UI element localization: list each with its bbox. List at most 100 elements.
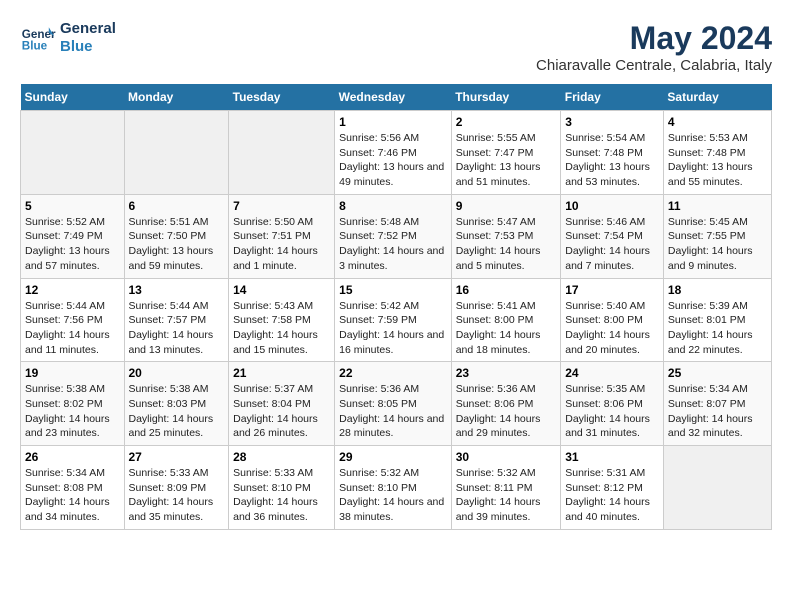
calendar-week-row: 5 Sunrise: 5:52 AMSunset: 7:49 PMDayligh… [21,194,772,278]
weekday-header-friday: Friday [561,84,664,111]
day-number: 15 [339,283,447,297]
day-number: 22 [339,366,447,380]
calendar-day-cell: 16 Sunrise: 5:41 AMSunset: 8:00 PMDaylig… [451,278,561,362]
day-number: 3 [565,115,659,129]
day-number: 23 [456,366,557,380]
day-number: 16 [456,283,557,297]
calendar-day-cell: 24 Sunrise: 5:35 AMSunset: 8:06 PMDaylig… [561,362,664,446]
calendar-week-row: 1 Sunrise: 5:56 AMSunset: 7:46 PMDayligh… [21,111,772,195]
day-number: 8 [339,199,447,213]
weekday-header-thursday: Thursday [451,84,561,111]
calendar-day-cell: 7 Sunrise: 5:50 AMSunset: 7:51 PMDayligh… [229,194,335,278]
calendar-day-cell: 28 Sunrise: 5:33 AMSunset: 8:10 PMDaylig… [229,446,335,530]
day-number: 10 [565,199,659,213]
logo-text-general: General [60,20,116,38]
day-info: Sunrise: 5:37 AMSunset: 8:04 PMDaylight:… [233,382,330,441]
day-number: 7 [233,199,330,213]
day-info: Sunrise: 5:47 AMSunset: 7:53 PMDaylight:… [456,215,557,274]
calendar-day-cell: 10 Sunrise: 5:46 AMSunset: 7:54 PMDaylig… [561,194,664,278]
calendar-day-cell: 11 Sunrise: 5:45 AMSunset: 7:55 PMDaylig… [663,194,771,278]
calendar-week-row: 12 Sunrise: 5:44 AMSunset: 7:56 PMDaylig… [21,278,772,362]
day-number: 14 [233,283,330,297]
day-number: 29 [339,450,447,464]
weekday-header-saturday: Saturday [663,84,771,111]
calendar-day-cell: 8 Sunrise: 5:48 AMSunset: 7:52 PMDayligh… [335,194,452,278]
weekday-header-wednesday: Wednesday [335,84,452,111]
weekday-header-tuesday: Tuesday [229,84,335,111]
calendar-day-cell: 20 Sunrise: 5:38 AMSunset: 8:03 PMDaylig… [124,362,229,446]
day-info: Sunrise: 5:48 AMSunset: 7:52 PMDaylight:… [339,215,447,274]
calendar-day-cell: 30 Sunrise: 5:32 AMSunset: 8:11 PMDaylig… [451,446,561,530]
day-info: Sunrise: 5:33 AMSunset: 8:10 PMDaylight:… [233,466,330,525]
day-number: 26 [25,450,120,464]
calendar-day-cell: 2 Sunrise: 5:55 AMSunset: 7:47 PMDayligh… [451,111,561,195]
calendar-day-cell: 22 Sunrise: 5:36 AMSunset: 8:05 PMDaylig… [335,362,452,446]
calendar-week-row: 26 Sunrise: 5:34 AMSunset: 8:08 PMDaylig… [21,446,772,530]
day-number: 31 [565,450,659,464]
day-info: Sunrise: 5:44 AMSunset: 7:57 PMDaylight:… [129,299,225,358]
logo-icon: General Blue [20,20,56,56]
day-info: Sunrise: 5:42 AMSunset: 7:59 PMDaylight:… [339,299,447,358]
day-info: Sunrise: 5:36 AMSunset: 8:05 PMDaylight:… [339,382,447,441]
day-info: Sunrise: 5:43 AMSunset: 7:58 PMDaylight:… [233,299,330,358]
calendar-day-cell: 6 Sunrise: 5:51 AMSunset: 7:50 PMDayligh… [124,194,229,278]
day-number: 24 [565,366,659,380]
day-info: Sunrise: 5:32 AMSunset: 8:11 PMDaylight:… [456,466,557,525]
calendar-day-cell: 26 Sunrise: 5:34 AMSunset: 8:08 PMDaylig… [21,446,125,530]
day-info: Sunrise: 5:55 AMSunset: 7:47 PMDaylight:… [456,131,557,190]
calendar-day-cell [229,111,335,195]
day-number: 30 [456,450,557,464]
weekday-header-sunday: Sunday [21,84,125,111]
calendar-day-cell: 12 Sunrise: 5:44 AMSunset: 7:56 PMDaylig… [21,278,125,362]
calendar-day-cell: 13 Sunrise: 5:44 AMSunset: 7:57 PMDaylig… [124,278,229,362]
day-number: 2 [456,115,557,129]
calendar-day-cell [21,111,125,195]
calendar-day-cell: 25 Sunrise: 5:34 AMSunset: 8:07 PMDaylig… [663,362,771,446]
day-info: Sunrise: 5:54 AMSunset: 7:48 PMDaylight:… [565,131,659,190]
logo-text-blue: Blue [60,38,116,56]
day-info: Sunrise: 5:46 AMSunset: 7:54 PMDaylight:… [565,215,659,274]
day-number: 28 [233,450,330,464]
day-info: Sunrise: 5:41 AMSunset: 8:00 PMDaylight:… [456,299,557,358]
calendar-day-cell: 1 Sunrise: 5:56 AMSunset: 7:46 PMDayligh… [335,111,452,195]
calendar-day-cell: 14 Sunrise: 5:43 AMSunset: 7:58 PMDaylig… [229,278,335,362]
day-number: 1 [339,115,447,129]
title-block: May 2024 Chiaravalle Centrale, Calabria,… [536,20,772,74]
day-number: 27 [129,450,225,464]
day-info: Sunrise: 5:50 AMSunset: 7:51 PMDaylight:… [233,215,330,274]
day-info: Sunrise: 5:40 AMSunset: 8:00 PMDaylight:… [565,299,659,358]
day-number: 11 [668,199,767,213]
day-info: Sunrise: 5:38 AMSunset: 8:02 PMDaylight:… [25,382,120,441]
svg-text:Blue: Blue [22,40,48,53]
calendar-day-cell: 3 Sunrise: 5:54 AMSunset: 7:48 PMDayligh… [561,111,664,195]
day-info: Sunrise: 5:53 AMSunset: 7:48 PMDaylight:… [668,131,767,190]
calendar-day-cell: 21 Sunrise: 5:37 AMSunset: 8:04 PMDaylig… [229,362,335,446]
calendar-day-cell [124,111,229,195]
day-number: 12 [25,283,120,297]
day-number: 18 [668,283,767,297]
day-info: Sunrise: 5:34 AMSunset: 8:08 PMDaylight:… [25,466,120,525]
calendar-day-cell: 19 Sunrise: 5:38 AMSunset: 8:02 PMDaylig… [21,362,125,446]
calendar-day-cell: 17 Sunrise: 5:40 AMSunset: 8:00 PMDaylig… [561,278,664,362]
day-number: 13 [129,283,225,297]
calendar-day-cell: 4 Sunrise: 5:53 AMSunset: 7:48 PMDayligh… [663,111,771,195]
day-info: Sunrise: 5:33 AMSunset: 8:09 PMDaylight:… [129,466,225,525]
day-number: 17 [565,283,659,297]
calendar-subtitle: Chiaravalle Centrale, Calabria, Italy [536,57,772,74]
calendar-day-cell: 31 Sunrise: 5:31 AMSunset: 8:12 PMDaylig… [561,446,664,530]
weekday-header-monday: Monday [124,84,229,111]
day-info: Sunrise: 5:51 AMSunset: 7:50 PMDaylight:… [129,215,225,274]
calendar-day-cell: 5 Sunrise: 5:52 AMSunset: 7:49 PMDayligh… [21,194,125,278]
calendar-day-cell: 23 Sunrise: 5:36 AMSunset: 8:06 PMDaylig… [451,362,561,446]
day-info: Sunrise: 5:36 AMSunset: 8:06 PMDaylight:… [456,382,557,441]
day-info: Sunrise: 5:44 AMSunset: 7:56 PMDaylight:… [25,299,120,358]
page-header: General Blue General Blue May 2024 Chiar… [20,20,772,74]
day-number: 21 [233,366,330,380]
day-info: Sunrise: 5:56 AMSunset: 7:46 PMDaylight:… [339,131,447,190]
day-number: 25 [668,366,767,380]
calendar-day-cell [663,446,771,530]
day-number: 4 [668,115,767,129]
day-info: Sunrise: 5:35 AMSunset: 8:06 PMDaylight:… [565,382,659,441]
day-info: Sunrise: 5:34 AMSunset: 8:07 PMDaylight:… [668,382,767,441]
calendar-title: May 2024 [536,20,772,57]
